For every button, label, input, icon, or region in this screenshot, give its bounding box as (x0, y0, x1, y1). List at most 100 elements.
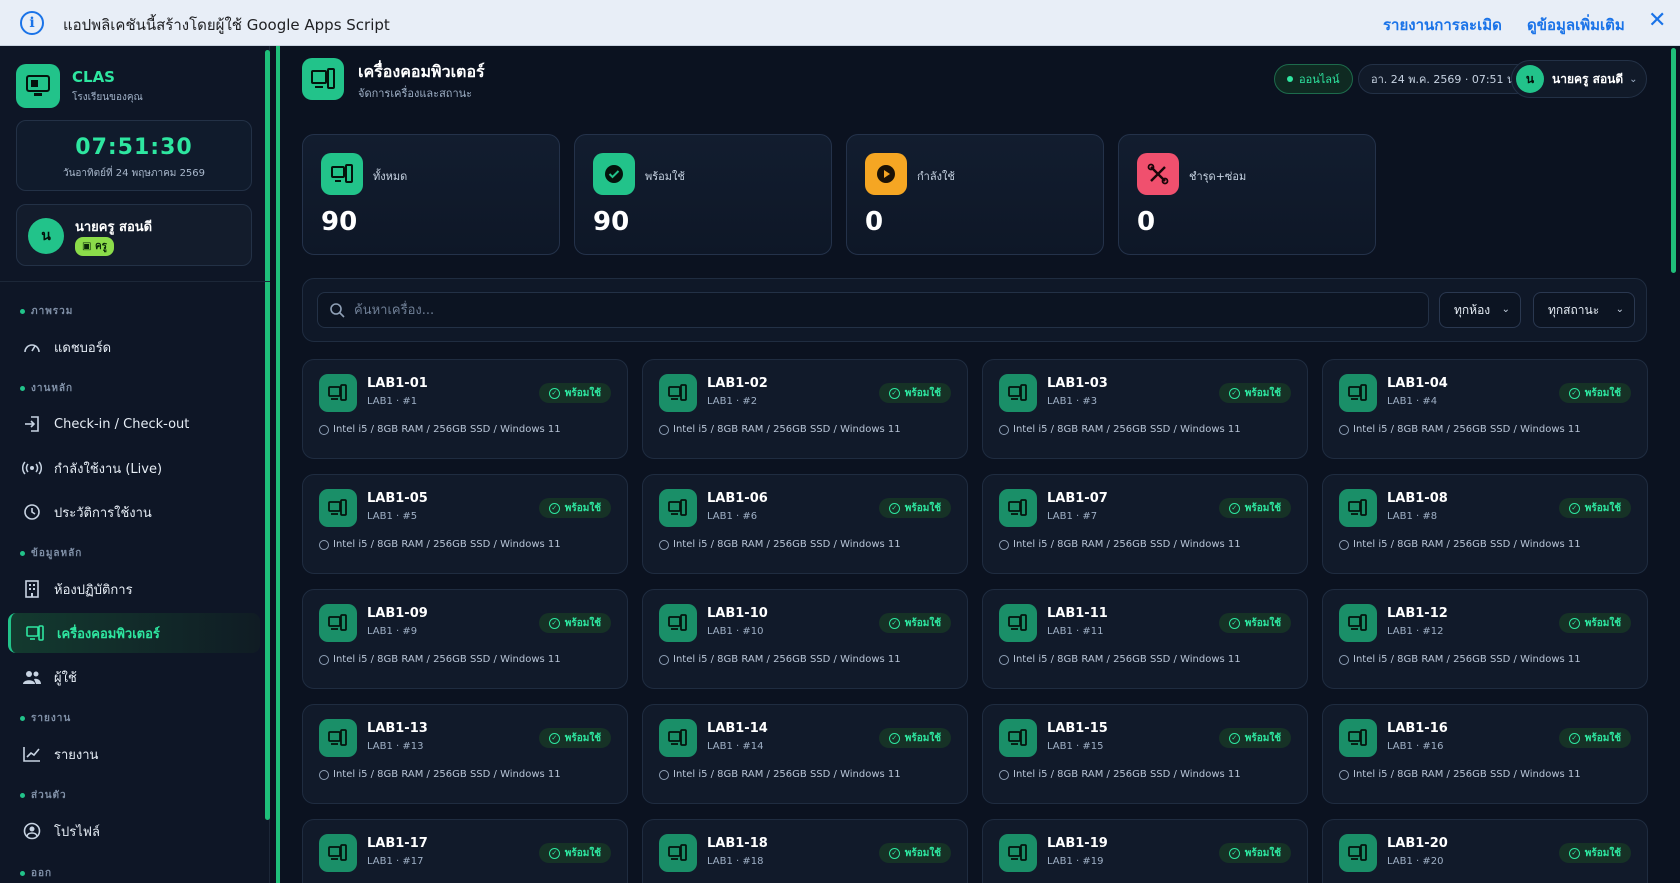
main-content: เครื่องคอมพิวเตอร์ จัดการเครื่องและสถานะ… (276, 46, 1680, 883)
online-label: ออนไลน์ (1299, 73, 1340, 86)
computer-location: LAB1 · #19 (1047, 856, 1104, 867)
nav-live[interactable]: กำลังใช้งาน (Live) (8, 448, 260, 488)
section-master: ข้อมูลหลัก (20, 546, 82, 561)
computer-name: LAB1-09 (367, 606, 428, 621)
report-abuse-link[interactable]: รายงานการละเมิด (1383, 13, 1502, 37)
nav-reports[interactable]: รายงาน (8, 734, 260, 774)
status-label: พร้อมใช้ (904, 732, 941, 744)
computer-location: LAB1 · #15 (1047, 741, 1104, 752)
nav-computers-label: เครื่องคอมพิวเตอร์ (57, 626, 160, 642)
clock-date: วันอาทิตย์ที่ 24 พฤษภาคม 2569 (62, 168, 206, 179)
nav-dashboard[interactable]: แดชบอร์ด (8, 327, 260, 367)
user-card: น นายครู สอนดี ▣ ครู (16, 204, 252, 266)
sidebar-scrollbar[interactable] (265, 50, 270, 820)
computer-card[interactable]: LAB1-18 LAB1 · #18 ✓ พร้อมใช้ (642, 819, 968, 883)
computer-icon (25, 623, 45, 643)
cpu-icon (1339, 654, 1349, 665)
status-label: พร้อมใช้ (564, 732, 601, 744)
nav-profile[interactable]: โปรไฟล์ (8, 811, 260, 851)
computer-spec: Intel i5 / 8GB RAM / 256GB SSD / Windows… (999, 654, 1241, 665)
computer-icon (999, 834, 1037, 872)
status-badge: ✓ พร้อมใช้ (538, 728, 611, 748)
computer-card[interactable]: LAB1-12 LAB1 · #12 ✓ พร้อมใช้ Intel i5 / 8GB… (1322, 589, 1648, 689)
check-icon: ✓ (548, 617, 560, 629)
status-badge: ✓ พร้อมใช้ (538, 843, 611, 863)
computer-name: LAB1-12 (1387, 606, 1448, 621)
nav-history[interactable]: ประวัติการใช้งาน (8, 492, 260, 532)
computer-spec: Intel i5 / 8GB RAM / 256GB SSD / Windows… (1339, 654, 1581, 665)
computer-card[interactable]: LAB1-20 LAB1 · #20 ✓ พร้อมใช้ (1322, 819, 1648, 883)
check-icon: ✓ (1568, 847, 1580, 859)
computer-icon (659, 374, 697, 412)
computer-icon (999, 374, 1037, 412)
stat-value: 0 (1137, 207, 1156, 237)
computer-card[interactable]: LAB1-06 LAB1 · #6 ✓ พร้อมใช้ Intel i5 / 8GB … (642, 474, 968, 574)
play-circle-icon (865, 153, 907, 195)
computer-spec: Intel i5 / 8GB RAM / 256GB SSD / Windows… (659, 769, 901, 780)
cpu-icon (1339, 769, 1349, 780)
computer-icon (1339, 719, 1377, 757)
status-select[interactable]: ทุกสถานะ ⌄ (1533, 292, 1635, 328)
main-scrollbar[interactable] (1671, 48, 1676, 273)
stat-value: 0 (865, 207, 884, 237)
computer-card[interactable]: LAB1-05 LAB1 · #5 ✓ พร้อมใช้ Intel i5 / 8GB … (302, 474, 628, 574)
computer-card[interactable]: LAB1-11 LAB1 · #11 ✓ พร้อมใช้ Intel i5 / 8GB… (982, 589, 1308, 689)
cpu-icon (319, 424, 329, 435)
computer-name: LAB1-17 (367, 836, 428, 851)
status-badge: ✓ พร้อมใช้ (878, 843, 951, 863)
gauge-icon (22, 337, 42, 357)
computer-card[interactable]: LAB1-14 LAB1 · #14 ✓ พร้อมใช้ Intel i5 / 8GB… (642, 704, 968, 804)
computer-card[interactable]: LAB1-17 LAB1 · #17 ✓ พร้อมใช้ (302, 819, 628, 883)
computer-card[interactable]: LAB1-01 LAB1 · #1 ✓ พร้อมใช้ Intel i5 / 8GB … (302, 359, 628, 459)
computer-card[interactable]: LAB1-08 LAB1 · #8 ✓ พร้อมใช้ Intel i5 / 8GB … (1322, 474, 1648, 574)
computer-location: LAB1 · #6 (707, 511, 758, 522)
online-status-badge: ออนไลน์ (1274, 64, 1353, 94)
computer-icon (319, 834, 357, 872)
computer-spec-text: Intel i5 / 8GB RAM / 256GB SSD / Windows… (1353, 424, 1581, 435)
computer-spec: Intel i5 / 8GB RAM / 256GB SSD / Windows… (319, 539, 561, 550)
computer-card[interactable]: LAB1-04 LAB1 · #4 ✓ พร้อมใช้ Intel i5 / 8GB … (1322, 359, 1648, 459)
computer-card[interactable]: LAB1-10 LAB1 · #10 ✓ พร้อมใช้ Intel i5 / 8GB… (642, 589, 968, 689)
computer-spec: Intel i5 / 8GB RAM / 256GB SSD / Windows… (659, 654, 901, 665)
computer-name: LAB1-13 (367, 721, 428, 736)
computer-card[interactable]: LAB1-03 LAB1 · #3 ✓ พร้อมใช้ Intel i5 / 8GB … (982, 359, 1308, 459)
brand-subtitle: โรงเรียนของคุณ (72, 92, 143, 103)
computer-card[interactable]: LAB1-13 LAB1 · #13 ✓ พร้อมใช้ Intel i5 / 8GB… (302, 704, 628, 804)
stat-value: 90 (321, 207, 358, 237)
computer-icon (319, 374, 357, 412)
computer-spec-text: Intel i5 / 8GB RAM / 256GB SSD / Windows… (1353, 769, 1581, 780)
computer-name: LAB1-05 (367, 491, 428, 506)
computer-name: LAB1-20 (1387, 836, 1448, 851)
user-menu-button[interactable]: น นายครู สอนดี ⌄ (1511, 60, 1647, 98)
computer-name: LAB1-06 (707, 491, 768, 506)
chevron-down-icon: ⌄ (1615, 304, 1624, 315)
nav-checkin[interactable]: Check-in / Check-out (8, 404, 260, 444)
computer-card[interactable]: LAB1-02 LAB1 · #2 ✓ พร้อมใช้ Intel i5 / 8GB … (642, 359, 968, 459)
check-icon: ✓ (1228, 502, 1240, 514)
computer-spec: Intel i5 / 8GB RAM / 256GB SSD / Windows… (1339, 424, 1581, 435)
status-label: พร้อมใช้ (1244, 732, 1281, 744)
status-label: พร้อมใช้ (1244, 502, 1281, 514)
learn-more-link[interactable]: ดูข้อมูลเพิ่มเติม (1527, 13, 1625, 37)
nav-labs[interactable]: ห้องปฏิบัติการ (8, 569, 260, 609)
info-icon: i (20, 11, 44, 35)
computer-card[interactable]: LAB1-19 LAB1 · #19 ✓ พร้อมใช้ (982, 819, 1308, 883)
nav-users[interactable]: ผู้ใช้ (8, 657, 260, 697)
computer-spec: Intel i5 / 8GB RAM / 256GB SSD / Windows… (319, 424, 561, 435)
computer-card[interactable]: LAB1-09 LAB1 · #9 ✓ พร้อมใช้ Intel i5 / 8GB … (302, 589, 628, 689)
close-icon[interactable]: ✕ (1648, 8, 1666, 33)
cpu-icon (999, 769, 1009, 780)
computer-card[interactable]: LAB1-07 LAB1 · #7 ✓ พร้อมใช้ Intel i5 / 8GB … (982, 474, 1308, 574)
computer-name: LAB1-07 (1047, 491, 1108, 506)
search-input[interactable] (317, 292, 1429, 328)
computer-card[interactable]: LAB1-16 LAB1 · #16 ✓ พร้อมใช้ Intel i5 / 8GB… (1322, 704, 1648, 804)
nav-computers[interactable]: เครื่องคอมพิวเตอร์ (8, 613, 260, 653)
computer-card[interactable]: LAB1-15 LAB1 · #15 ✓ พร้อมใช้ Intel i5 / 8GB… (982, 704, 1308, 804)
room-select[interactable]: ทุกห้อง ⌄ (1439, 292, 1521, 328)
page-title: เครื่องคอมพิวเตอร์ (358, 62, 485, 81)
check-icon: ✓ (548, 732, 560, 744)
check-icon: ✓ (548, 502, 560, 514)
user-menu-name: นายครู สอนดี (1552, 71, 1624, 86)
computer-name: LAB1-01 (367, 376, 428, 391)
filter-bar: ทุกห้อง ⌄ ทุกสถานะ ⌄ (302, 278, 1647, 342)
